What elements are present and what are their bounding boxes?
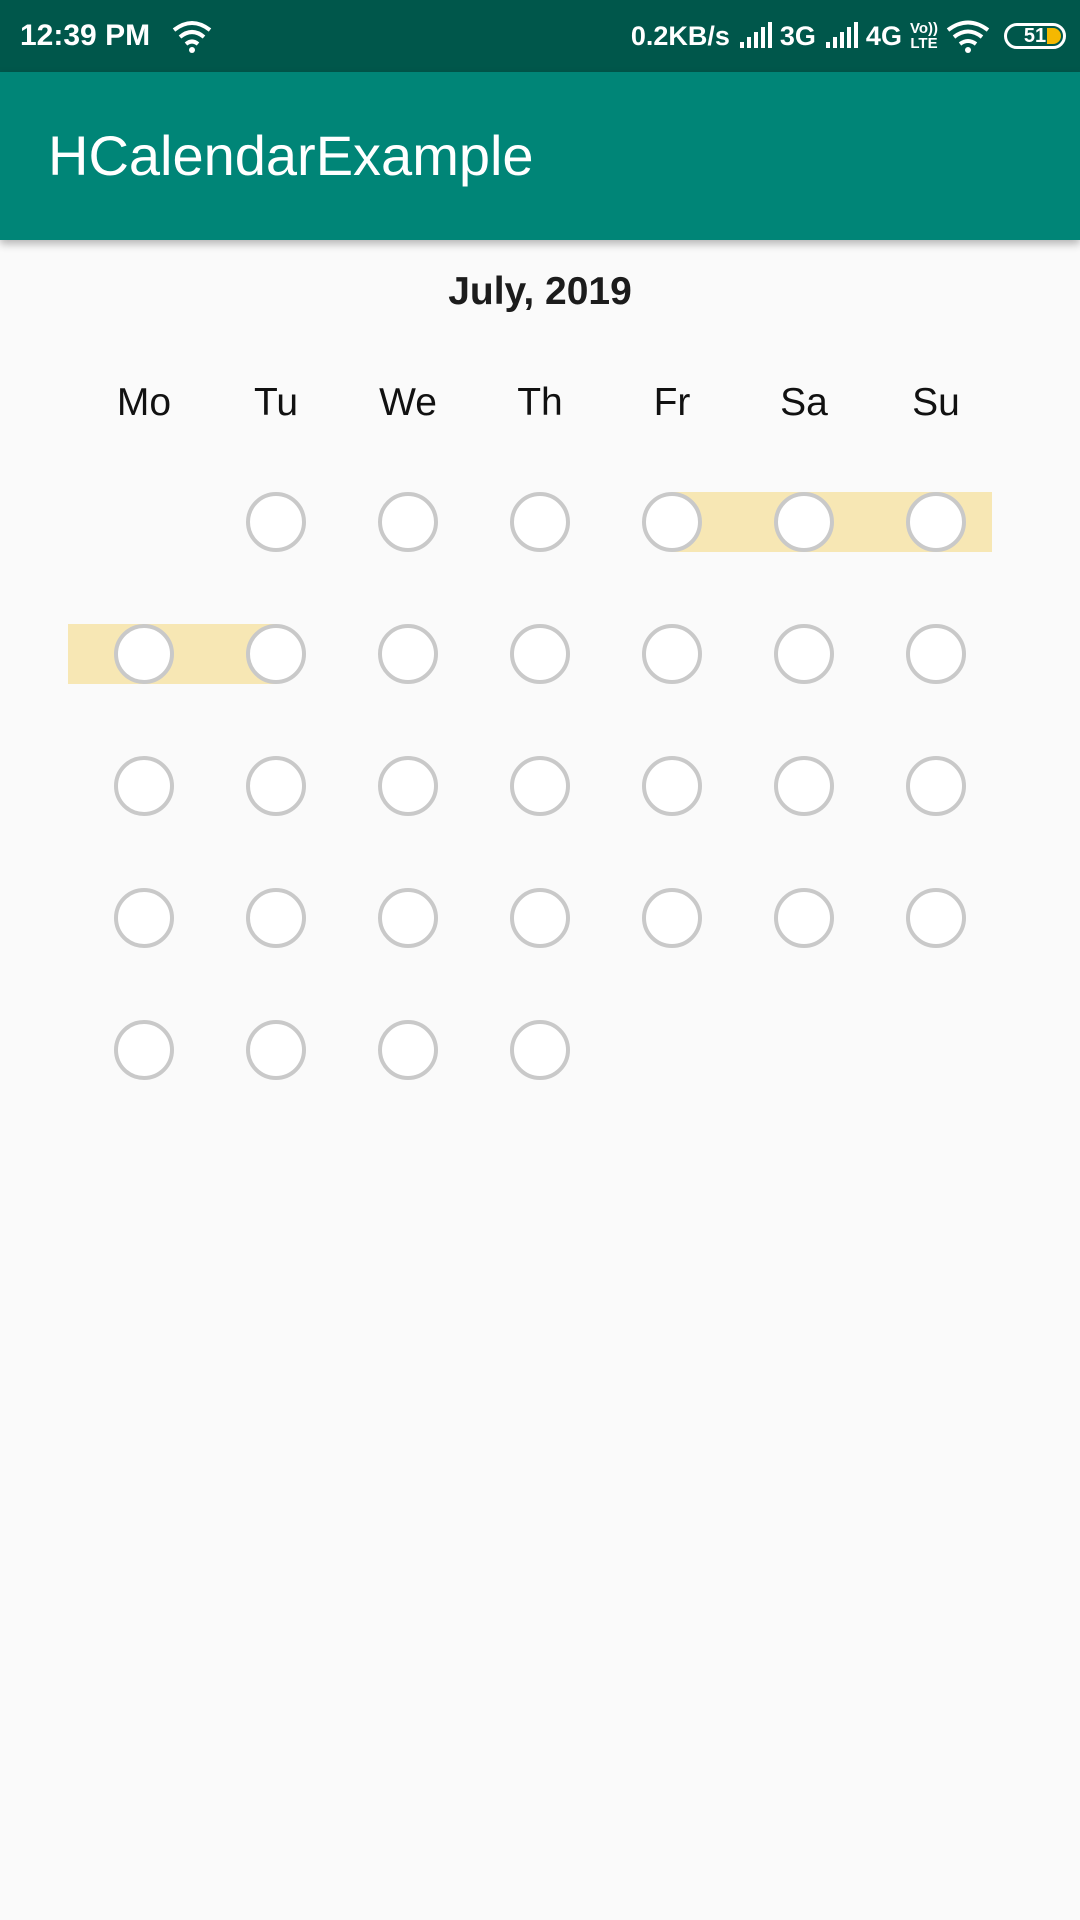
- wifi-icon: [946, 20, 990, 53]
- network-type-1: 3G: [779, 20, 816, 51]
- signal-icon: [739, 22, 772, 48]
- empty-day-cell: [78, 458, 210, 590]
- day-cell[interactable]: [474, 722, 606, 854]
- day-circle[interactable]: [246, 624, 306, 684]
- day-circle[interactable]: [246, 492, 306, 552]
- battery-level: 51: [1023, 25, 1047, 47]
- day-circle[interactable]: [378, 624, 438, 684]
- day-cell[interactable]: [870, 590, 1002, 722]
- app-bar: HCalendarExample: [0, 72, 1080, 240]
- weekday-label: We: [379, 381, 437, 424]
- day-cell[interactable]: [78, 722, 210, 854]
- day-cell[interactable]: [606, 590, 738, 722]
- day-cell[interactable]: [210, 590, 342, 722]
- day-cell[interactable]: [68, 590, 210, 722]
- day-cell[interactable]: [78, 986, 210, 1118]
- app-title: HCalendarExample: [48, 124, 534, 187]
- day-circle[interactable]: [114, 756, 174, 816]
- day-circle[interactable]: [642, 624, 702, 684]
- day-circle[interactable]: [510, 1020, 570, 1080]
- calendar-grid: [68, 458, 1002, 1118]
- day-circle[interactable]: [906, 624, 966, 684]
- empty-day-cell: [870, 986, 1002, 1118]
- month-title: July, 2019: [448, 270, 632, 313]
- weekday-label: Th: [517, 381, 563, 424]
- status-bar: 12:39 PM 0.2KB/s 3G 4G Vo)) LTE 51: [0, 0, 1080, 72]
- day-circle[interactable]: [378, 756, 438, 816]
- day-cell[interactable]: [870, 722, 1002, 854]
- day-circle[interactable]: [378, 1020, 438, 1080]
- day-cell[interactable]: [210, 986, 342, 1118]
- day-cell[interactable]: [342, 986, 474, 1118]
- day-circle[interactable]: [246, 888, 306, 948]
- day-circle[interactable]: [906, 756, 966, 816]
- day-circle[interactable]: [510, 624, 570, 684]
- network-speed: 0.2KB/s: [630, 20, 730, 51]
- day-cell[interactable]: [870, 854, 1002, 986]
- weekday-label: Mo: [116, 381, 172, 424]
- weekday-label: Su: [912, 381, 960, 424]
- status-indicators: 0.2KB/s 3G 4G Vo)) LTE 51: [631, 0, 1066, 72]
- empty-day-cell: [738, 986, 870, 1118]
- day-circle[interactable]: [114, 1020, 174, 1080]
- day-circle[interactable]: [378, 888, 438, 948]
- day-cell[interactable]: [210, 722, 342, 854]
- day-cell[interactable]: [606, 722, 738, 854]
- network-type-2: 4G: [865, 20, 902, 51]
- weekday-label: Fr: [653, 381, 691, 424]
- day-cell[interactable]: [78, 854, 210, 986]
- weekday-label: Sa: [780, 381, 828, 424]
- day-cell[interactable]: [738, 590, 870, 722]
- weekday-header: Mo Tu We Th Fr Sa Su: [78, 378, 1002, 428]
- day-circle[interactable]: [510, 492, 570, 552]
- day-cell[interactable]: [606, 458, 738, 590]
- wifi-icon: [172, 21, 212, 53]
- empty-day-cell: [606, 986, 738, 1118]
- day-circle[interactable]: [774, 756, 834, 816]
- day-circle[interactable]: [114, 888, 174, 948]
- day-cell[interactable]: [474, 986, 606, 1118]
- day-circle[interactable]: [114, 624, 174, 684]
- day-circle[interactable]: [906, 492, 966, 552]
- day-cell[interactable]: [738, 854, 870, 986]
- status-time: 12:39 PM: [20, 19, 151, 52]
- day-cell[interactable]: [474, 854, 606, 986]
- day-circle[interactable]: [774, 624, 834, 684]
- day-circle[interactable]: [642, 492, 702, 552]
- day-circle[interactable]: [642, 756, 702, 816]
- day-cell[interactable]: [210, 854, 342, 986]
- day-cell[interactable]: [738, 458, 870, 590]
- day-circle[interactable]: [510, 888, 570, 948]
- day-cell[interactable]: [342, 458, 474, 590]
- battery-icon: 51: [1004, 23, 1066, 49]
- signal-icon: [825, 22, 858, 48]
- day-circle[interactable]: [642, 888, 702, 948]
- day-cell[interactable]: [342, 854, 474, 986]
- volte-indicator: Vo)) LTE: [909, 20, 938, 52]
- weekday-label: Tu: [253, 381, 299, 424]
- day-cell[interactable]: [738, 722, 870, 854]
- day-circle[interactable]: [906, 888, 966, 948]
- day-circle[interactable]: [378, 492, 438, 552]
- day-circle[interactable]: [774, 492, 834, 552]
- day-cell[interactable]: [342, 590, 474, 722]
- day-circle[interactable]: [510, 756, 570, 816]
- day-circle[interactable]: [246, 756, 306, 816]
- day-cell[interactable]: [870, 458, 1002, 590]
- day-cell[interactable]: [342, 722, 474, 854]
- day-cell[interactable]: [474, 458, 606, 590]
- day-cell[interactable]: [606, 854, 738, 986]
- day-circle[interactable]: [774, 888, 834, 948]
- day-cell[interactable]: [474, 590, 606, 722]
- day-circle[interactable]: [246, 1020, 306, 1080]
- day-cell[interactable]: [210, 458, 342, 590]
